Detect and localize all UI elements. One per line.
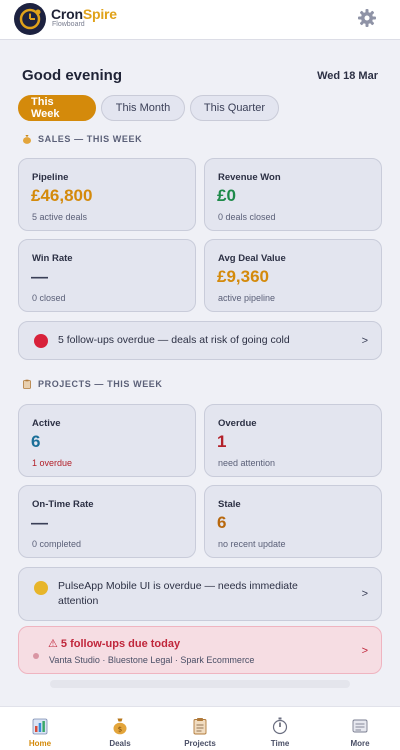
nav-projects[interactable]: Projects bbox=[170, 707, 230, 750]
card-value: £9,360 bbox=[217, 267, 269, 286]
card-sub: 0 closed bbox=[32, 293, 66, 303]
greeting-heading: Good evening bbox=[22, 67, 123, 84]
active-projects-card[interactable]: Active 6 1 overdue bbox=[18, 404, 196, 477]
bullet-icon bbox=[33, 653, 39, 659]
card-value: — bbox=[31, 513, 48, 532]
card-value: 1 bbox=[217, 432, 227, 451]
scroll-fade bbox=[50, 680, 350, 688]
card-label: Active bbox=[32, 418, 61, 429]
clipboard-icon bbox=[192, 717, 208, 735]
alert-text: PulseApp Mobile UI is overdue — needs im… bbox=[58, 580, 298, 607]
card-label: Win Rate bbox=[32, 253, 73, 264]
pipeline-card[interactable]: Pipeline £46,800 5 active deals bbox=[18, 158, 196, 231]
app-subtitle: Flowboard bbox=[52, 21, 85, 28]
red-dot-icon bbox=[34, 334, 48, 348]
yellow-dot-icon bbox=[34, 581, 48, 595]
card-sub: 0 completed bbox=[32, 539, 82, 549]
card-value: 6 bbox=[31, 432, 41, 451]
sales-section-heading: SALES — THIS WEEK bbox=[22, 134, 142, 144]
followups-title: ⚠ 5 follow-ups due today bbox=[48, 638, 181, 650]
card-label: On-Time Rate bbox=[32, 499, 94, 510]
card-label: Avg Deal Value bbox=[218, 253, 286, 264]
card-sub: 0 deals closed bbox=[218, 212, 276, 222]
overdue-project-alert[interactable]: PulseApp Mobile UI is overdue — needs im… bbox=[18, 567, 382, 621]
card-value: £0 bbox=[217, 186, 236, 205]
chevron-right-icon: > bbox=[361, 588, 368, 600]
stopwatch-icon bbox=[272, 717, 288, 735]
card-sub: 1 overdue bbox=[32, 458, 73, 468]
svg-text:$: $ bbox=[118, 726, 122, 734]
chevron-right-icon: > bbox=[361, 645, 368, 657]
card-value: — bbox=[31, 267, 48, 286]
followups-names: Vanta Studio · Bluestone Legal · Spark E… bbox=[49, 655, 255, 665]
nav-more[interactable]: More bbox=[330, 707, 390, 750]
gear-icon[interactable] bbox=[356, 7, 378, 29]
nav-home[interactable]: Home bbox=[10, 707, 70, 750]
card-value: £46,800 bbox=[31, 186, 93, 205]
card-sub: no recent update bbox=[218, 539, 286, 549]
current-date: Wed 18 Mar bbox=[317, 70, 378, 82]
on-time-rate-card[interactable]: On-Time Rate — 0 completed bbox=[18, 485, 196, 558]
overdue-projects-card[interactable]: Overdue 1 need attention bbox=[204, 404, 382, 477]
app-logo-icon[interactable] bbox=[14, 3, 46, 35]
clipboard-icon bbox=[22, 379, 32, 389]
stale-projects-card[interactable]: Stale 6 no recent update bbox=[204, 485, 382, 558]
chevron-right-icon: > bbox=[361, 335, 368, 347]
period-selector: This Week This Month This Quarter bbox=[18, 95, 279, 121]
win-rate-card[interactable]: Win Rate — 0 closed bbox=[18, 239, 196, 312]
more-panel-icon bbox=[352, 717, 368, 735]
nav-time[interactable]: Time bbox=[250, 707, 310, 750]
alert-text: 5 follow-ups overdue — deals at risk of … bbox=[58, 334, 290, 346]
period-this-quarter-button[interactable]: This Quarter bbox=[190, 95, 279, 121]
followups-due-today-card[interactable]: ⚠ 5 follow-ups due today Vanta Studio · … bbox=[18, 626, 382, 674]
money-bag-icon: $ bbox=[112, 717, 128, 735]
overdue-followups-alert[interactable]: 5 follow-ups overdue — deals at risk of … bbox=[18, 321, 382, 360]
bottom-navigation: Home $ Deals Projects Time More bbox=[0, 706, 400, 750]
money-bag-icon bbox=[22, 134, 32, 144]
card-label: Overdue bbox=[218, 418, 257, 429]
app-name: CronSpire bbox=[51, 6, 117, 22]
card-sub: active pipeline bbox=[218, 293, 276, 303]
avg-deal-value-card[interactable]: Avg Deal Value £9,360 active pipeline bbox=[204, 239, 382, 312]
period-this-month-button[interactable]: This Month bbox=[101, 95, 185, 121]
card-sub: 5 active deals bbox=[32, 212, 88, 222]
home-chart-icon bbox=[32, 717, 48, 735]
period-this-week-button[interactable]: This Week bbox=[18, 95, 96, 121]
revenue-won-card[interactable]: Revenue Won £0 0 deals closed bbox=[204, 158, 382, 231]
card-value: 6 bbox=[217, 513, 227, 532]
card-label: Stale bbox=[218, 499, 241, 510]
top-bar: CronSpire Flowboard bbox=[0, 0, 400, 40]
nav-deals[interactable]: $ Deals bbox=[90, 707, 150, 750]
card-label: Revenue Won bbox=[218, 172, 281, 183]
projects-section-heading: PROJECTS — THIS WEEK bbox=[22, 379, 163, 389]
card-sub: need attention bbox=[218, 458, 276, 468]
card-label: Pipeline bbox=[32, 172, 69, 183]
